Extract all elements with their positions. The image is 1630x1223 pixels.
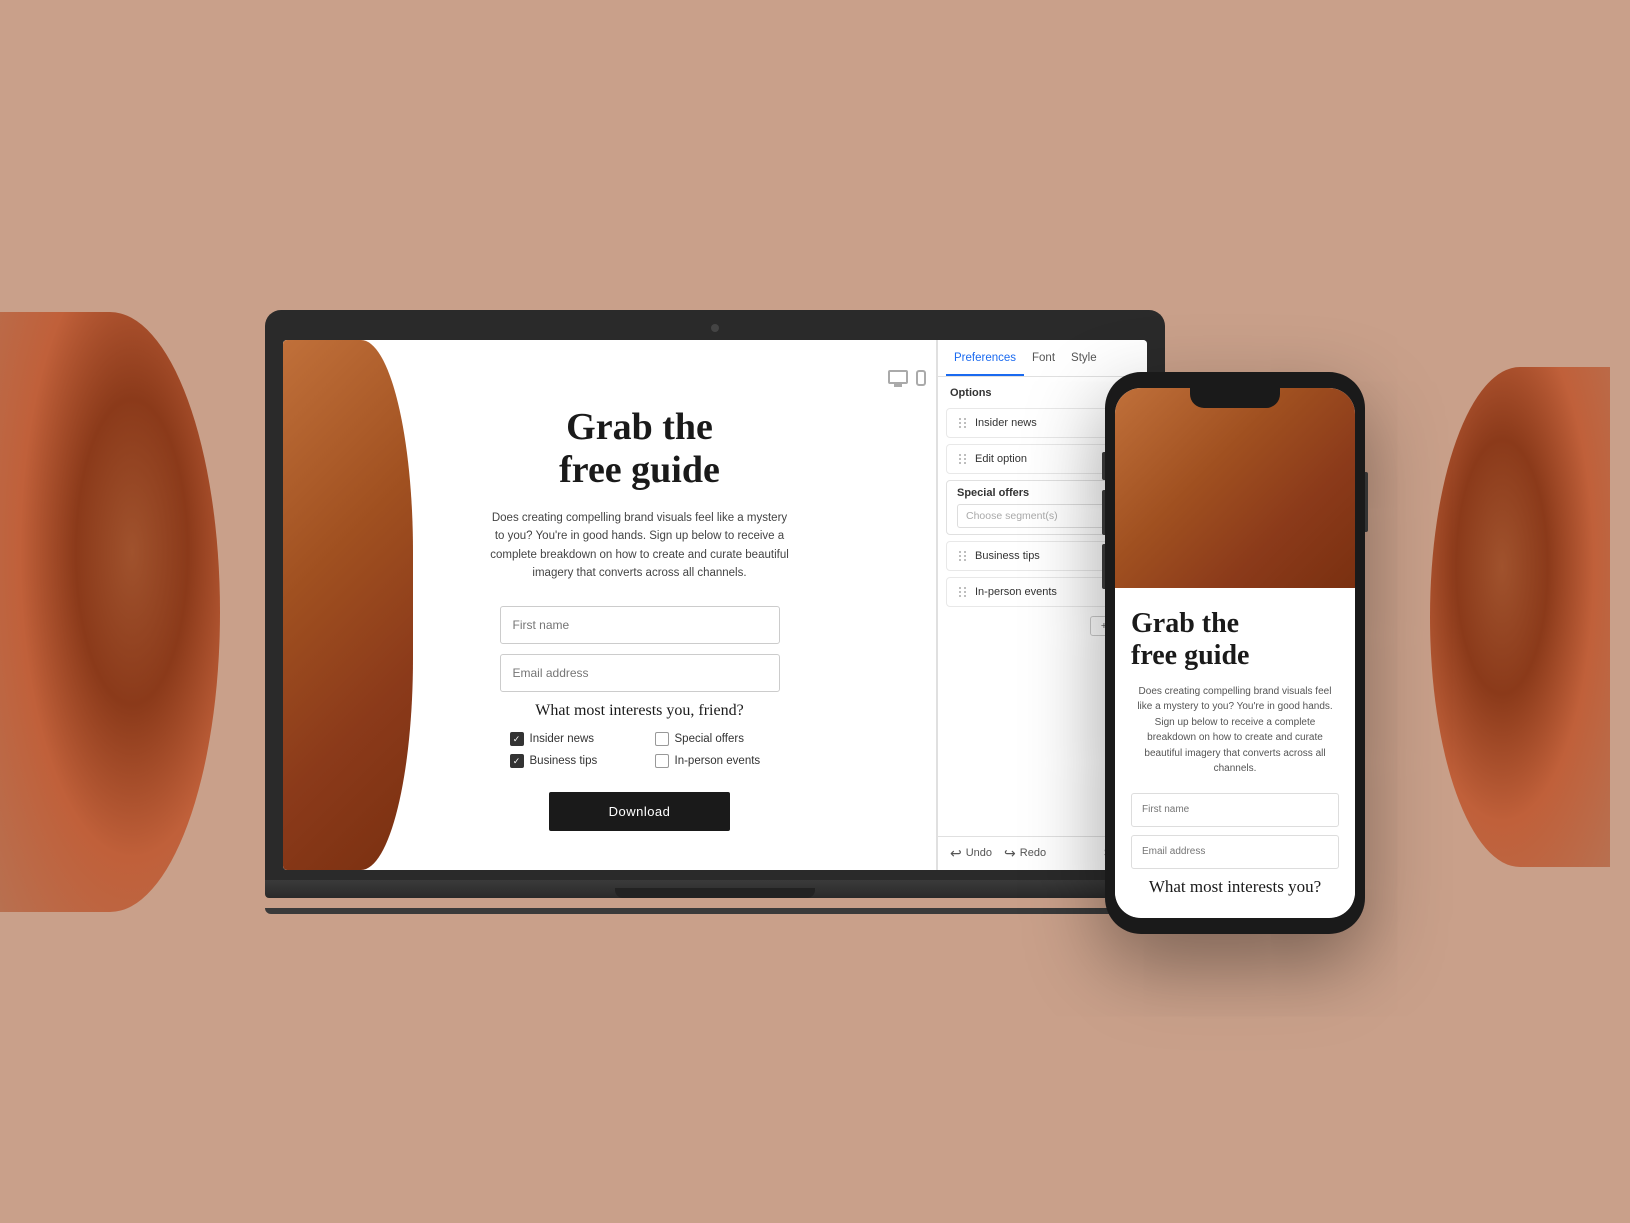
monitor-icon[interactable] xyxy=(888,370,908,384)
phone-subtitle: Does creating compelling brand visuals f… xyxy=(1131,684,1339,777)
checkbox-business-tips[interactable]: Business tips xyxy=(510,754,625,768)
phone-interests-title: What most interests you? xyxy=(1131,877,1339,897)
checkbox-insider-news-label: Insider news xyxy=(530,733,595,745)
undo-label: Undo xyxy=(966,847,992,859)
undo-icon: ↩ xyxy=(950,845,962,862)
phone-first-name-input[interactable] xyxy=(1131,793,1339,827)
phone-volume-down-button xyxy=(1102,544,1105,589)
mobile-icon[interactable] xyxy=(916,370,926,386)
checkbox-insider-news-box[interactable] xyxy=(510,732,524,746)
phone-hero-image xyxy=(1115,388,1355,588)
laptop-camera xyxy=(711,324,719,332)
laptop-foot xyxy=(265,908,1165,914)
redo-button[interactable]: ↪ Redo xyxy=(1004,845,1046,862)
checkboxes-grid: Insider news Special offers Business tip… xyxy=(510,732,770,768)
option-business-tips-label: Business tips xyxy=(975,550,1040,562)
laptop-body: Grab the free guide Does creating compel… xyxy=(265,310,1165,880)
option-in-person-events-label: In-person events xyxy=(975,586,1057,598)
laptop-title: Grab the free guide xyxy=(353,406,926,493)
checkbox-business-tips-box[interactable] xyxy=(510,754,524,768)
laptop-page: Grab the free guide Does creating compel… xyxy=(283,340,937,870)
checkbox-special-offers-box[interactable] xyxy=(655,732,669,746)
tab-style[interactable]: Style xyxy=(1063,340,1105,376)
checkbox-business-tips-label: Business tips xyxy=(530,755,598,767)
phone-email-input[interactable] xyxy=(1131,835,1339,869)
checkbox-special-offers-label: Special offers xyxy=(675,733,744,745)
redo-label: Redo xyxy=(1020,847,1046,859)
option-edit-label: Edit option xyxy=(975,453,1027,465)
drag-handle xyxy=(959,418,967,428)
phone-title: Grab the free guide xyxy=(1131,608,1339,672)
checkbox-special-offers[interactable]: Special offers xyxy=(655,732,770,746)
drag-handle-2 xyxy=(959,454,967,464)
drag-handle-3 xyxy=(959,551,967,561)
email-input[interactable] xyxy=(500,654,780,692)
scene: Grab the free guide Does creating compel… xyxy=(115,310,1515,914)
laptop-icon-bar xyxy=(353,370,926,386)
laptop-base xyxy=(265,880,1165,898)
checkbox-in-person-events-label: In-person events xyxy=(675,755,761,767)
laptop: Grab the free guide Does creating compel… xyxy=(265,310,1165,914)
download-button[interactable]: Download xyxy=(549,792,731,831)
laptop-screen: Grab the free guide Does creating compel… xyxy=(283,340,1147,870)
tab-preferences[interactable]: Preferences xyxy=(946,340,1024,376)
laptop-page-content: Grab the free guide Does creating compel… xyxy=(353,370,926,832)
phone: Grab the free guide Does creating compel… xyxy=(1105,372,1365,934)
segment-placeholder: Choose segment(s) xyxy=(966,510,1058,522)
redo-icon: ↪ xyxy=(1004,845,1016,862)
drag-handle-4 xyxy=(959,587,967,597)
phone-notch xyxy=(1190,388,1280,408)
phone-screen: Grab the free guide Does creating compel… xyxy=(1115,388,1355,918)
phone-content: Grab the free guide Does creating compel… xyxy=(1115,588,1355,917)
laptop-subtitle: Does creating compelling brand visuals f… xyxy=(490,509,790,583)
checkbox-in-person-events-box[interactable] xyxy=(655,754,669,768)
interests-title: What most interests you, friend? xyxy=(353,702,926,720)
phone-power-button xyxy=(1365,472,1368,532)
option-insider-news-label: Insider news xyxy=(975,417,1037,429)
first-name-input[interactable] xyxy=(500,606,780,644)
tab-font[interactable]: Font xyxy=(1024,340,1063,376)
phone-volume-up-button xyxy=(1102,490,1105,535)
checkbox-in-person-events[interactable]: In-person events xyxy=(655,754,770,768)
checkbox-insider-news[interactable]: Insider news xyxy=(510,732,625,746)
undo-button[interactable]: ↩ Undo xyxy=(950,845,992,862)
phone-wrapper: Grab the free guide Does creating compel… xyxy=(1105,372,1365,934)
phone-mute-button xyxy=(1102,452,1105,480)
